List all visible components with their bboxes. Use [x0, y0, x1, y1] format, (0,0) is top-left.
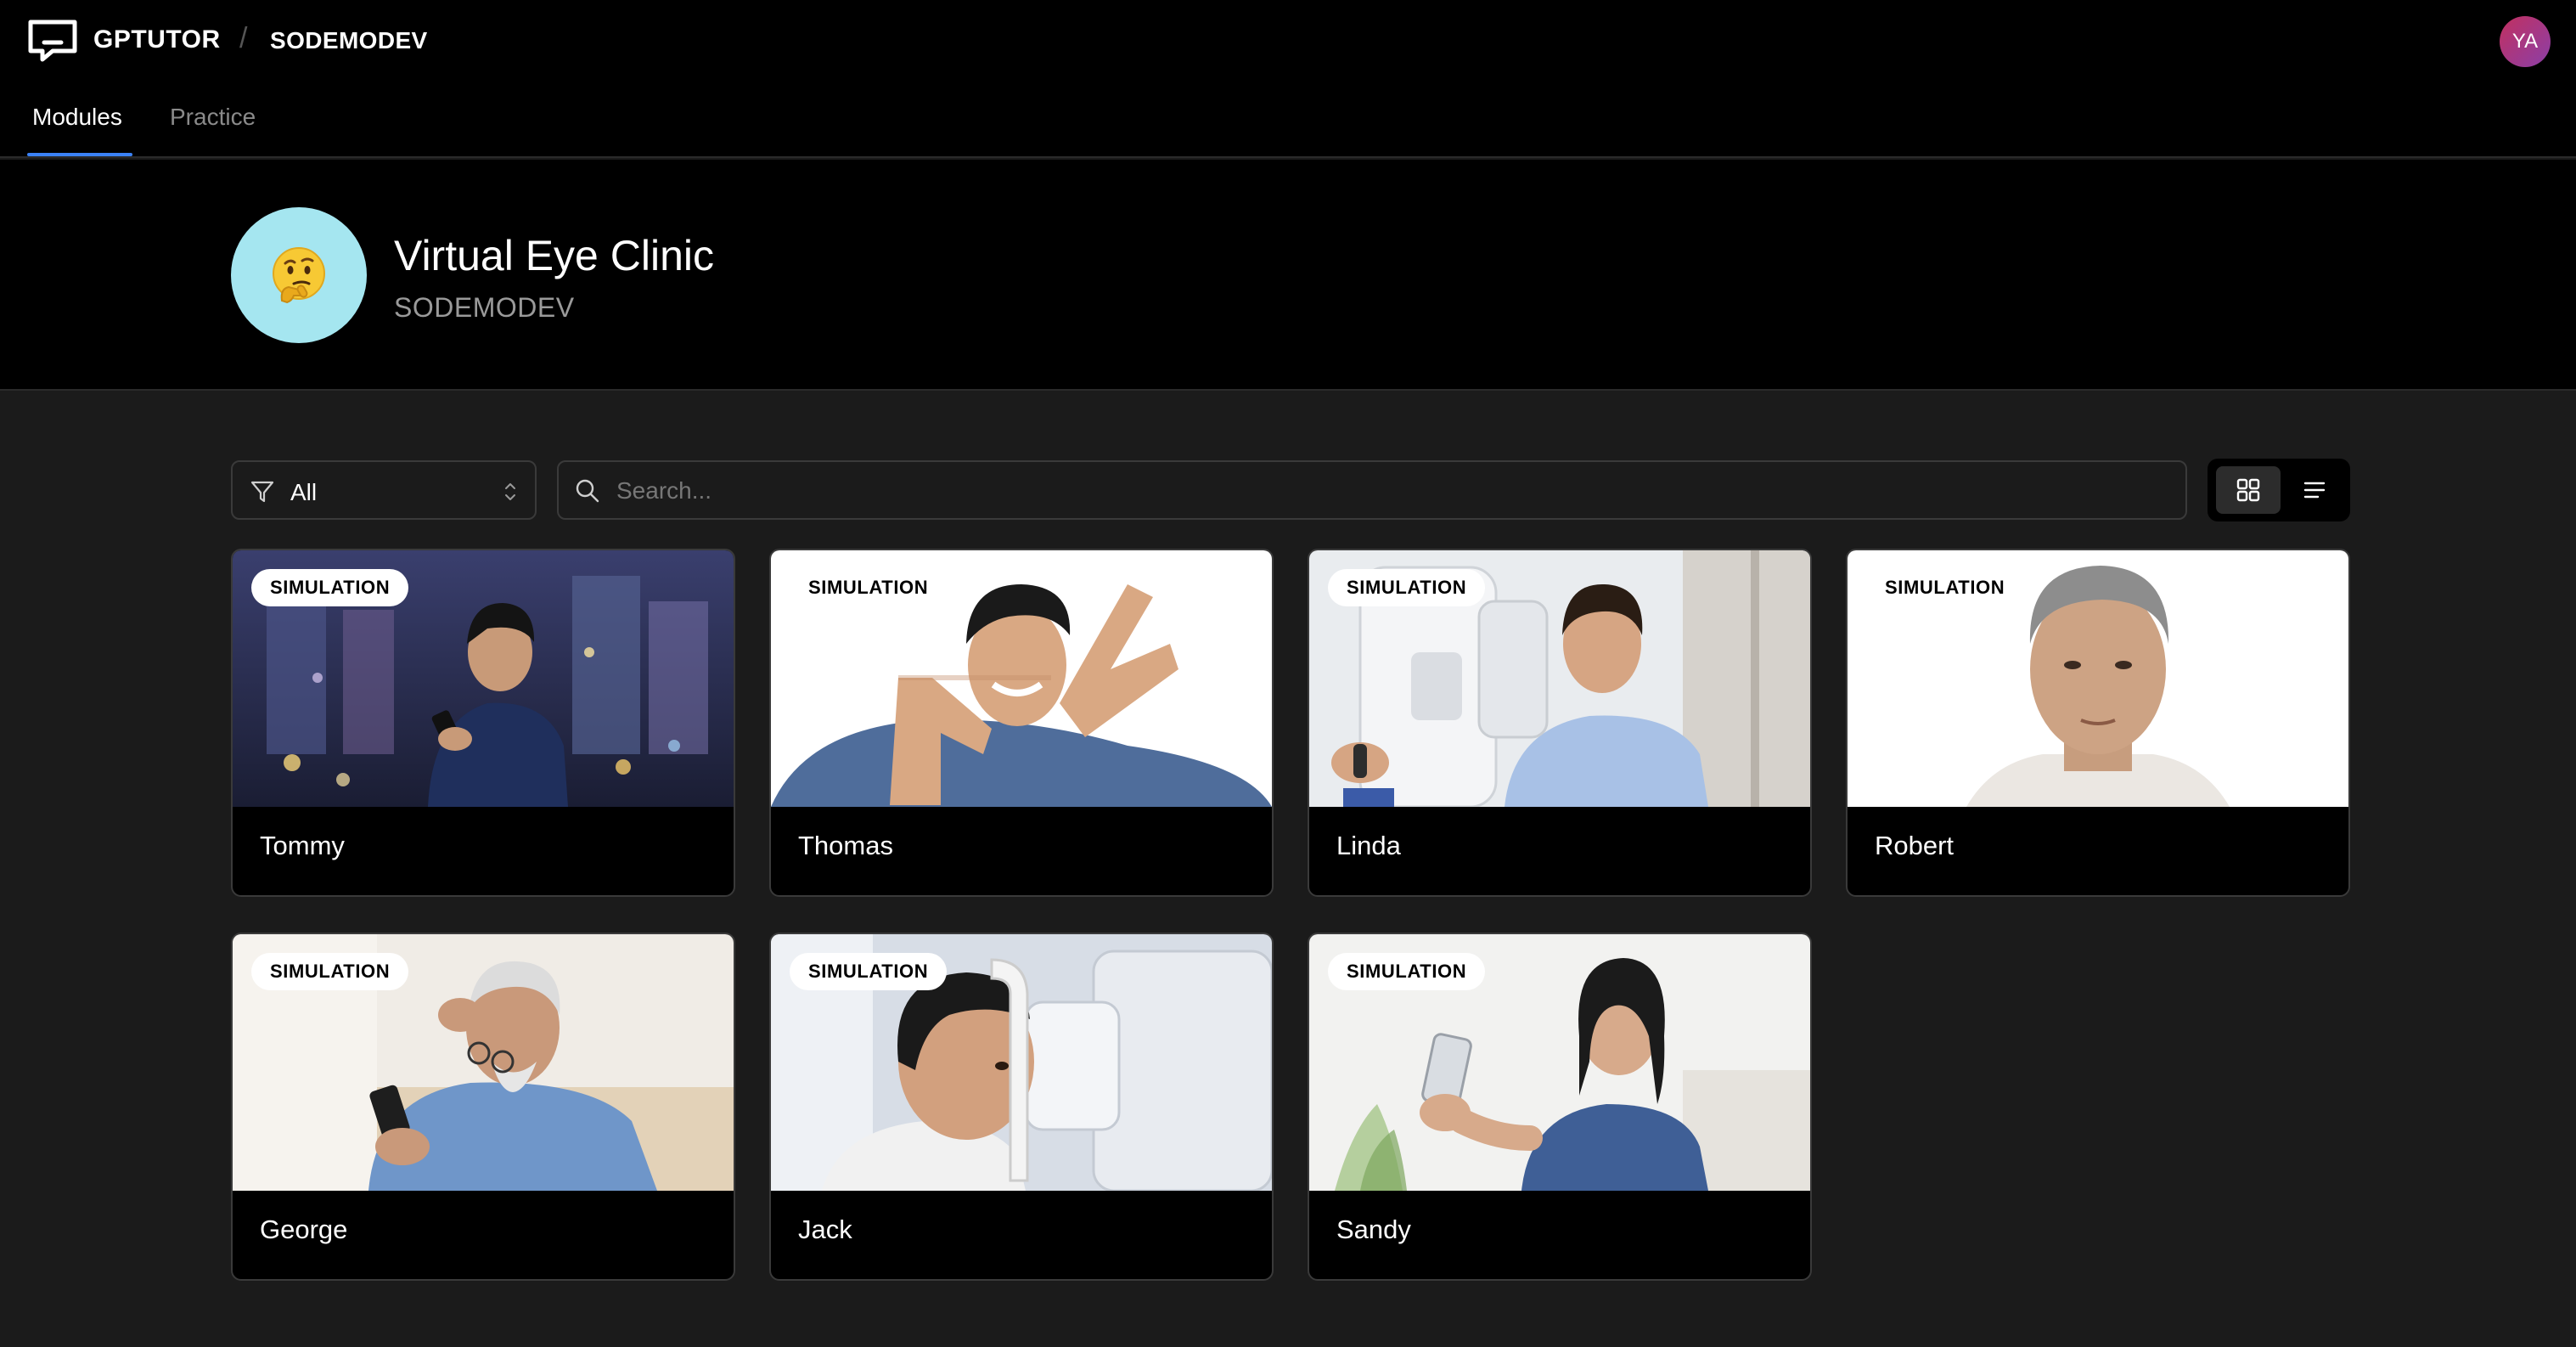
search-icon: [576, 479, 599, 503]
chevron-up-down-icon: [505, 483, 515, 500]
breadcrumb-separator: /: [239, 22, 248, 54]
simulation-badge: SIMULATION: [251, 569, 409, 606]
tab-modules[interactable]: Modules: [32, 104, 122, 131]
module-title: Virtual Eye Clinic: [394, 232, 715, 279]
brand-name[interactable]: GPTUTOR: [93, 25, 221, 54]
search-input[interactable]: [616, 472, 2162, 510]
user-initials: YA: [2511, 30, 2539, 53]
module-card-robert[interactable]: SIMULATION Robert: [1846, 549, 2350, 897]
chat-logo-icon[interactable]: [27, 19, 78, 63]
grid-view-button[interactable]: [2216, 466, 2281, 514]
module-card-sandy[interactable]: SIMULATION Sandy: [1308, 933, 1812, 1281]
top-bar: GPTUTOR / SODEMODEV YA Modules Practice: [0, 0, 2576, 158]
module-card-tommy[interactable]: SIMULATION Tommy: [231, 549, 735, 897]
card-title: Tommy: [260, 831, 345, 860]
simulation-badge: SIMULATION: [1328, 569, 1486, 606]
module-avatar: [231, 207, 367, 343]
simulation-badge: SIMULATION: [1866, 569, 2024, 606]
list-icon: [2303, 482, 2326, 499]
module-card-linda[interactable]: SIMULATION Linda: [1308, 549, 1812, 897]
simulation-badge: SIMULATION: [790, 569, 948, 606]
tab-practice[interactable]: Practice: [170, 104, 256, 131]
module-header: Virtual Eye Clinic SODEMODEV: [0, 160, 2576, 391]
active-tab-indicator: [27, 153, 132, 156]
list-view-button[interactable]: [2284, 466, 2345, 514]
view-toggle: [2208, 459, 2350, 521]
simulation-badge: SIMULATION: [251, 953, 409, 990]
module-subtitle: SODEMODEV: [394, 292, 575, 323]
thinking-face-emoji-icon: [273, 247, 325, 304]
breadcrumb-org[interactable]: SODEMODEV: [270, 27, 428, 54]
card-title: Robert: [1875, 831, 1954, 860]
module-card-jack[interactable]: SIMULATION Jack: [769, 933, 1274, 1281]
module-card-george[interactable]: SIMULATION George: [231, 933, 735, 1281]
filter-value: All: [290, 479, 318, 505]
category-filter-select[interactable]: All: [231, 460, 537, 520]
card-title: Thomas: [798, 831, 893, 860]
search-box: [557, 460, 2187, 520]
filter-funnel-icon: [250, 481, 274, 503]
user-avatar[interactable]: YA: [2500, 16, 2551, 67]
simulation-badge: SIMULATION: [790, 953, 948, 990]
card-title: Sandy: [1336, 1215, 1411, 1244]
grid-icon: [2236, 478, 2260, 502]
card-title: George: [260, 1215, 348, 1244]
simulation-badge: SIMULATION: [1328, 953, 1486, 990]
module-card-thomas[interactable]: SIMULATION Thomas: [769, 549, 1274, 897]
card-title: Linda: [1336, 831, 1401, 860]
card-title: Jack: [798, 1215, 852, 1244]
